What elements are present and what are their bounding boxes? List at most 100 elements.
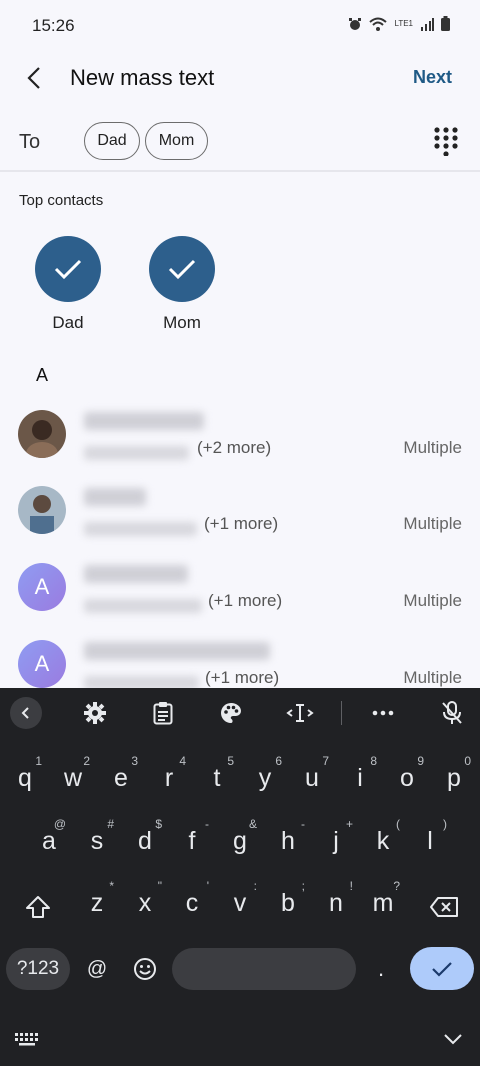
backspace-icon [430, 897, 458, 917]
voice-input-button[interactable] [438, 699, 466, 727]
key-hint: 8 [370, 754, 377, 768]
more-horizontal-icon [372, 710, 394, 716]
key-hint: : [253, 879, 257, 893]
key-label: d [138, 827, 152, 855]
top-contacts-label: Top contacts [19, 192, 104, 209]
key-r[interactable]: r4 [149, 754, 189, 793]
key-i[interactable]: i8 [340, 754, 380, 793]
top-contact-mom[interactable]: Mom [142, 236, 222, 333]
status-icons: LTE1 [348, 16, 450, 31]
key-y[interactable]: y6 [245, 754, 285, 793]
key-u[interactable]: u7 [292, 754, 332, 793]
key-d[interactable]: d $ [125, 817, 165, 856]
key-hint: " [157, 879, 162, 893]
back-button[interactable] [20, 62, 48, 94]
key-c[interactable]: c ' [172, 879, 212, 918]
gear-icon [84, 702, 106, 724]
key-b[interactable]: b; [268, 879, 308, 918]
settings-button[interactable] [81, 699, 109, 727]
alarm-icon [349, 17, 362, 30]
contact-row[interactable]: A (+1 more) Multiple [0, 563, 480, 639]
selected-avatar [35, 236, 101, 302]
period-key[interactable]: . [366, 950, 396, 988]
cursor-control-button[interactable] [286, 699, 314, 727]
key-g[interactable]: g & [220, 817, 260, 856]
key-label: h [281, 827, 295, 855]
wifi-icon [369, 17, 388, 31]
next-button[interactable]: Next [413, 67, 452, 88]
number-type: Multiple [403, 438, 462, 457]
dialpad-button[interactable] [432, 126, 460, 157]
clipboard-button[interactable] [149, 699, 177, 727]
key-label: k [376, 827, 390, 855]
key-z[interactable]: z * [77, 879, 117, 918]
key-p[interactable]: p0 [434, 754, 474, 793]
key-q[interactable]: q1 [5, 754, 45, 793]
switch-keyboard-button[interactable] [12, 1026, 42, 1052]
contact-name-redacted [84, 412, 204, 430]
keyboard: q1 w2 e3 r4 t5 y6 u7 i8 o9 p0 a @ s # d $ f… [0, 688, 480, 1066]
recipient-chip-mom[interactable]: Mom [145, 122, 208, 160]
recipient-chip-dad[interactable]: Dad [84, 122, 140, 160]
theme-button[interactable] [217, 699, 245, 727]
more-options-button[interactable] [369, 699, 397, 727]
key-o[interactable]: o9 [387, 754, 427, 793]
key-e[interactable]: e3 [101, 754, 141, 793]
key-s[interactable]: s # [77, 817, 117, 856]
enter-key[interactable] [410, 947, 474, 990]
chevron-down-icon [444, 1034, 462, 1045]
more-numbers: (+1 more) [208, 591, 283, 610]
network-label: LTE1 [394, 18, 413, 28]
key-a[interactable]: a @ [29, 817, 69, 856]
key-w[interactable]: w2 [53, 754, 93, 793]
text-cursor-icon [286, 704, 314, 722]
shift-icon [26, 896, 50, 918]
mic-off-icon [442, 701, 462, 724]
to-label: To [19, 131, 41, 153]
key-hint: # [107, 817, 114, 831]
key-x[interactable]: x " [125, 879, 165, 918]
contact-name-redacted [84, 565, 188, 583]
key-l[interactable]: l) [410, 817, 450, 856]
avatar [18, 486, 66, 534]
at-key[interactable]: @ [82, 950, 112, 988]
status-time: 15:26 [32, 16, 75, 35]
backspace-key[interactable] [424, 890, 464, 924]
key-j[interactable]: j + [316, 817, 356, 856]
hide-keyboard-button[interactable] [438, 1026, 468, 1052]
top-contact-dad[interactable]: Dad [28, 236, 108, 333]
key-label: o [400, 764, 414, 792]
key-t[interactable]: t5 [197, 754, 237, 793]
more-numbers: (+1 more) [204, 514, 279, 533]
contact-phone-redacted [84, 599, 202, 613]
key-f[interactable]: f- [172, 817, 212, 856]
key-label: g [233, 827, 247, 855]
key-hint: & [248, 817, 257, 831]
emoji-icon [134, 958, 156, 980]
contact-row[interactable]: (+2 more) Multiple [0, 410, 480, 486]
key-h[interactable]: h- [268, 817, 308, 856]
space-bar[interactable] [172, 948, 356, 990]
key-k[interactable]: k( [363, 817, 403, 856]
key-label: r [164, 764, 174, 792]
key-v[interactable]: v: [220, 879, 260, 918]
check-icon [168, 259, 196, 280]
emoji-key[interactable] [130, 950, 160, 988]
shift-key[interactable] [18, 890, 58, 924]
key-label: c [185, 889, 199, 917]
toolbar-collapse-button[interactable] [10, 697, 42, 729]
contact-row[interactable]: (+1 more) Multiple [0, 486, 480, 562]
key-n[interactable]: n! [316, 879, 356, 918]
section-letter: A [36, 365, 49, 385]
keyboard-toolbar [0, 688, 480, 738]
key-label: f [188, 827, 196, 855]
key-m[interactable]: m? [363, 879, 403, 918]
symbols-key[interactable]: ?123 [6, 948, 70, 990]
divider [0, 170, 480, 172]
key-label: w [63, 764, 83, 792]
key-hint: 7 [322, 754, 329, 768]
number-type: Multiple [403, 591, 462, 610]
contact-photo-icon [18, 486, 66, 534]
key-label: t [213, 764, 221, 792]
clipboard-icon [153, 702, 173, 725]
